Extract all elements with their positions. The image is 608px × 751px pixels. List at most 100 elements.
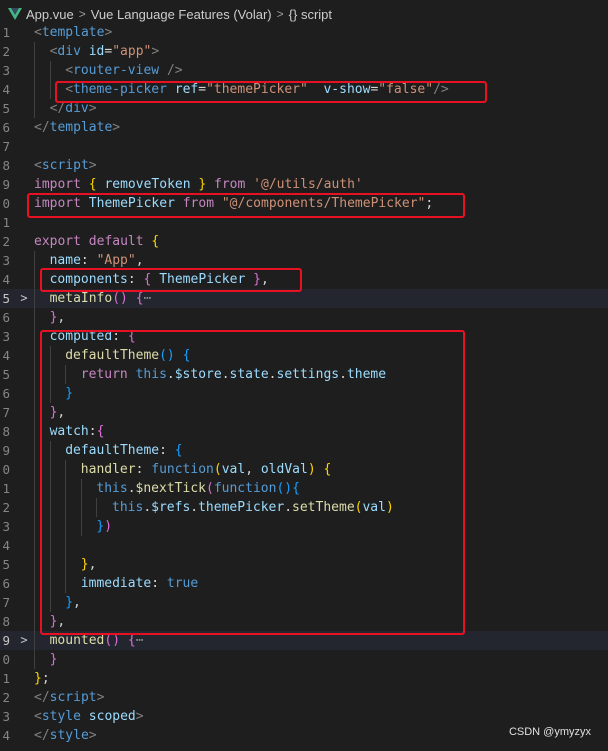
code-token: oldVal	[260, 462, 308, 477]
code-token: "themePicker"	[206, 82, 308, 97]
indent-guide	[34, 536, 35, 555]
code-line[interactable]: 6}	[0, 384, 608, 403]
code-token: ()	[276, 481, 293, 496]
code-line[interactable]: 6 immediate: true	[0, 574, 608, 593]
breadcrumb-language[interactable]: Vue Language Features (Volar)	[91, 7, 272, 22]
code-line[interactable]: 0 import ThemePicker from "@/components/T…	[0, 194, 608, 213]
code-line[interactable]: 1};	[0, 669, 608, 688]
indent-guide	[49, 441, 51, 460]
line-number: 6	[2, 576, 10, 591]
code-token: name	[49, 253, 81, 268]
code-token: ,	[135, 253, 144, 268]
code-token: .	[190, 500, 199, 515]
code-token: ()	[104, 633, 121, 648]
code-line[interactable]: 7},	[0, 403, 608, 422]
code-line[interactable]: 1 <template>	[0, 23, 608, 42]
code-token: </	[49, 101, 66, 116]
code-line[interactable]: 1	[0, 213, 608, 232]
code-line[interactable]: 9 import { removeToken } from '@/utils/au…	[0, 175, 608, 194]
line-number: 6	[2, 120, 10, 135]
code-line[interactable]: 9 defaultTheme: {	[0, 441, 608, 460]
indent-guide	[34, 403, 35, 422]
indent-guide	[49, 593, 51, 612]
code-text: immediate: true	[81, 574, 198, 593]
code-token: this	[135, 367, 167, 382]
indent-guide	[34, 346, 35, 365]
indent-guide	[34, 479, 35, 498]
indent-guide	[65, 555, 67, 574]
code-token: $nextTick	[135, 481, 206, 496]
code-token: template	[41, 25, 105, 40]
code-line[interactable]: 5 </div>	[0, 99, 608, 118]
code-line[interactable]: 4 components: { ThemePicker },	[0, 270, 608, 289]
fold-chevron-icon[interactable]: >	[18, 289, 30, 308]
code-line[interactable]: 5 > metaInfo() {⋯	[0, 289, 608, 308]
code-token: script	[49, 690, 97, 705]
code-line[interactable]: 7},	[0, 593, 608, 612]
code-line[interactable]: 2 export default {	[0, 232, 608, 251]
code-token: .	[339, 367, 347, 382]
code-line[interactable]: 3 <style scoped>	[0, 707, 608, 726]
indent-guide	[49, 574, 51, 593]
code-token: removeToken	[104, 177, 191, 192]
breadcrumb-symbol[interactable]: {} script	[289, 7, 332, 22]
breadcrumb-file-label: App.vue	[26, 6, 74, 22]
fold-chevron-icon[interactable]: >	[18, 631, 30, 650]
code-token: <	[65, 82, 74, 97]
code-line[interactable]: 5},	[0, 555, 608, 574]
code-token: export	[34, 234, 81, 249]
indent-guide	[34, 289, 35, 308]
code-line[interactable]: 2 </script>	[0, 688, 608, 707]
code-line[interactable]: 8},	[0, 612, 608, 631]
code-token: >	[104, 25, 113, 40]
indent-guide	[49, 555, 51, 574]
code-line[interactable]: 2 this.$refs.themePicker.setTheme(val)	[0, 498, 608, 517]
code-line[interactable]: 8 watch:{	[0, 422, 608, 441]
code-line[interactable]: 2 <div id="app">	[0, 42, 608, 61]
code-line[interactable]: 0 handler: function(val, oldVal) {	[0, 460, 608, 479]
code-text: return this.$store.state.settings.theme	[81, 365, 386, 384]
code-line[interactable]: 4 <theme-picker ref="themePicker" v-show=…	[0, 80, 608, 99]
line-number: 2	[2, 690, 10, 705]
indent-guide	[34, 327, 35, 346]
code-line[interactable]: 3})	[0, 517, 608, 536]
code-line[interactable]: 8 <script>	[0, 156, 608, 175]
code-token: </	[34, 690, 50, 705]
code-token: ref	[174, 82, 199, 97]
indent-guide	[49, 346, 51, 365]
code-token: {	[292, 481, 300, 496]
code-line[interactable]: 3 name: "App",	[0, 251, 608, 270]
code-line[interactable]: 7	[0, 137, 608, 156]
code-token: '@/utils/auth'	[253, 177, 363, 192]
code-text: }	[65, 384, 73, 403]
code-line[interactable]: 6 </template>	[0, 118, 608, 137]
code-token: $refs	[151, 500, 191, 515]
code-line[interactable]: 4 defaultTheme() {	[0, 346, 608, 365]
code-token: (	[213, 462, 222, 477]
code-token: v-show	[323, 82, 371, 97]
code-line[interactable]: 5 return this.$store.state.settings.theme	[0, 365, 608, 384]
code-line[interactable]: 9 > mounted() {⋯	[0, 631, 608, 650]
breadcrumb-file[interactable]: App.vue	[8, 7, 74, 22]
line-number: 3	[2, 329, 10, 344]
code-line[interactable]: 4	[0, 536, 608, 555]
code-token: id	[88, 44, 105, 59]
line-number: 9	[2, 177, 10, 192]
code-line[interactable]: 1 this.$nextTick(function(){	[0, 479, 608, 498]
indent-guide	[65, 498, 67, 517]
code-line[interactable]: 6},	[0, 308, 608, 327]
code-line[interactable]: 3 computed: {	[0, 327, 608, 346]
code-token: >	[112, 120, 121, 135]
code-editor[interactable]: 1 <template> 2 <div id="app"> 3 <router-view …	[0, 23, 608, 745]
code-token: }	[65, 595, 74, 610]
code-line[interactable]: 3 <router-view />	[0, 61, 608, 80]
code-line[interactable]: 0}	[0, 650, 608, 669]
